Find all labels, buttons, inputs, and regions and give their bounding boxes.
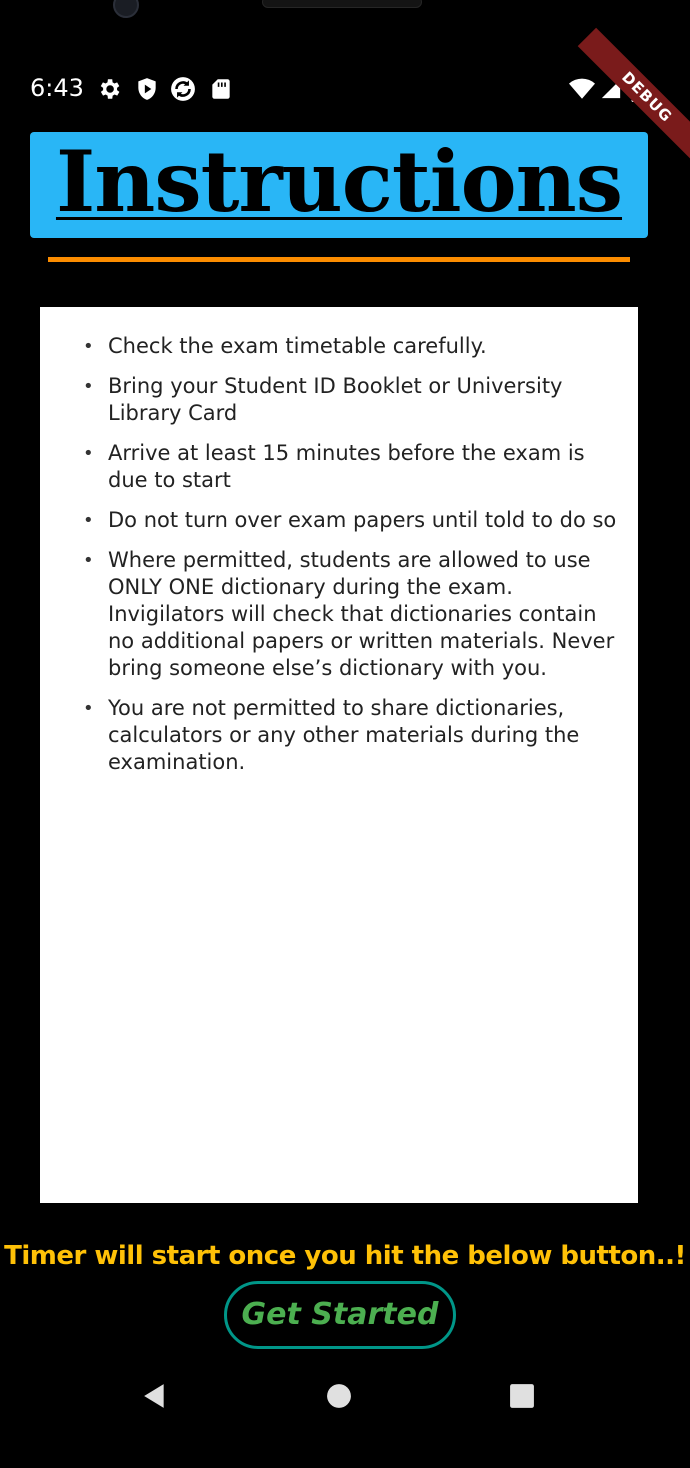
list-item: • Arrive at least 15 minutes before the … (80, 440, 618, 494)
instruction-text: Where permitted, students are allowed to… (108, 548, 615, 680)
earpiece-speaker (262, 0, 422, 8)
list-item: • Do not turn over exam papers until tol… (80, 507, 618, 534)
sync-icon (170, 76, 196, 102)
instructions-list: • Check the exam timetable carefully. • … (40, 307, 638, 776)
bullet-icon: • (83, 376, 94, 397)
bullet-icon: • (83, 698, 94, 719)
timer-note: Timer will start once you hit the below … (4, 1241, 686, 1271)
bullet-icon: • (83, 550, 94, 571)
instruction-text: You are not permitted to share dictionar… (108, 696, 580, 774)
list-item: • You are not permitted to share diction… (80, 695, 618, 776)
gear-icon (96, 76, 122, 102)
instruction-text: Do not turn over exam papers until told … (108, 508, 617, 532)
home-icon[interactable] (326, 1383, 352, 1409)
instruction-text: Bring your Student ID Booklet or Univers… (108, 374, 563, 425)
bullet-icon: • (83, 510, 94, 531)
wifi-icon (568, 76, 595, 102)
instruction-text: Check the exam timetable carefully. (108, 334, 487, 358)
title-banner: Instructions (30, 132, 648, 238)
recents-icon[interactable] (509, 1383, 535, 1409)
navigation-bar (0, 1365, 690, 1425)
instruction-text: Arrive at least 15 minutes before the ex… (108, 441, 585, 492)
app-screen: 6:43 DEBUG Instructions • Check the exam… (0, 0, 690, 1468)
list-item: • Check the exam timetable carefully. (80, 333, 618, 360)
bullet-icon: • (83, 336, 94, 357)
sd-card-icon (208, 76, 234, 102)
instructions-card[interactable]: • Check the exam timetable carefully. • … (40, 307, 638, 1203)
status-bar: 6:43 (0, 66, 690, 112)
back-icon[interactable] (142, 1383, 168, 1409)
status-time: 6:43 (30, 74, 84, 102)
play-protect-icon (134, 76, 160, 102)
bullet-icon: • (83, 443, 94, 464)
title-divider (48, 257, 630, 262)
list-item: • Bring your Student ID Booklet or Unive… (80, 373, 618, 427)
list-item: • Where permitted, students are allowed … (80, 547, 618, 682)
get-started-button[interactable]: Get Started (224, 1281, 456, 1349)
page-title: Instructions (55, 132, 623, 231)
front-camera (113, 0, 139, 18)
